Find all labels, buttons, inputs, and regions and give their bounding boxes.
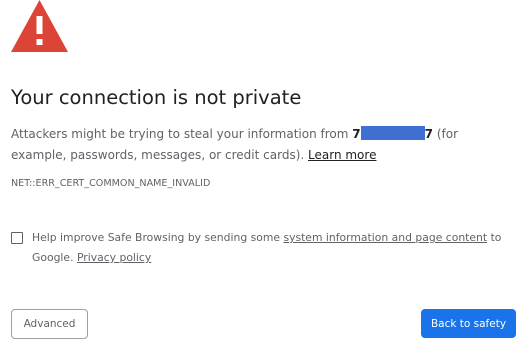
system-info-link[interactable]: system information and page content (283, 231, 487, 244)
page-title: Your connection is not private (11, 86, 302, 109)
hostname: 77 (352, 126, 433, 141)
description-text: Attackers might be trying to steal your … (11, 127, 353, 141)
privacy-policy-link[interactable]: Privacy policy (77, 251, 151, 264)
error-description: Attackers might be trying to steal your … (11, 124, 511, 166)
safe-browsing-checkbox[interactable] (11, 232, 23, 244)
back-to-safety-button[interactable]: Back to safety (421, 309, 516, 338)
advanced-button[interactable]: Advanced (11, 309, 88, 339)
warning-triangle-icon (11, 0, 68, 52)
safe-browsing-optin: Help improve Safe Browsing by sending so… (11, 228, 511, 268)
hostname-redaction (360, 126, 425, 140)
error-code: NET::ERR_CERT_COMMON_NAME_INVALID (11, 178, 211, 189)
optin-text-prefix: Help improve Safe Browsing by sending so… (32, 231, 284, 244)
hostname-start: 7 (352, 127, 361, 141)
interstitial-page: Your connection is not private Attackers… (0, 0, 517, 347)
hostname-end: 7 (424, 127, 433, 141)
learn-more-link[interactable]: Learn more (308, 148, 376, 162)
safe-browsing-label: Help improve Safe Browsing by sending so… (32, 228, 511, 268)
